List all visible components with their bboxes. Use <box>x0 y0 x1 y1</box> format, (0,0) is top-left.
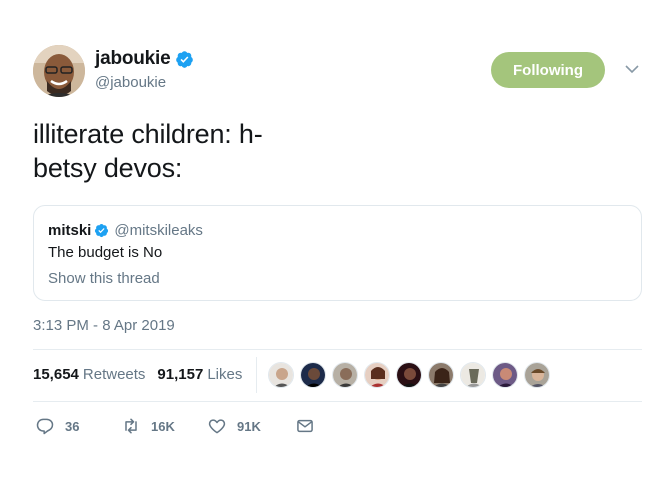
tweet-text: illiterate children: h- betsy devos: <box>33 119 263 183</box>
reply-button[interactable]: 36 <box>35 416 121 436</box>
retweets-label[interactable]: Retweets <box>83 366 146 383</box>
show-thread-link[interactable]: Show this thread <box>48 270 160 287</box>
liker-avatar[interactable] <box>428 362 454 388</box>
message-icon <box>297 419 313 433</box>
retweet-button[interactable]: 16K <box>121 416 207 436</box>
author-handle[interactable]: @jaboukie <box>95 74 166 91</box>
liker-avatar[interactable] <box>300 362 326 388</box>
verified-badge-icon <box>176 50 194 68</box>
author-name-row[interactable]: jaboukie <box>95 48 194 70</box>
like-icon <box>208 419 226 434</box>
following-button[interactable]: Following <box>491 52 605 88</box>
direct-message-button[interactable] <box>295 416 315 436</box>
liker-avatar[interactable] <box>364 362 390 388</box>
likes-count[interactable]: 91,157 <box>157 366 203 383</box>
reply-icon <box>36 418 54 435</box>
quoted-tweet-text: The budget is No <box>48 244 163 261</box>
tweet-stats: 15,654 Retweets 91,157 Likes <box>33 366 242 383</box>
author-display-name[interactable]: jaboukie <box>95 48 171 70</box>
verified-badge-icon <box>95 223 109 238</box>
tweet-actions: 36 16K 91K <box>35 416 315 436</box>
like-count: 91K <box>237 418 261 434</box>
retweets-count[interactable]: 15,654 <box>33 366 79 383</box>
liker-avatar[interactable] <box>268 362 294 388</box>
liker-avatar[interactable] <box>332 362 358 388</box>
liker-avatar[interactable] <box>460 362 486 388</box>
retweet-icon <box>125 418 137 434</box>
chevron-down-icon[interactable] <box>625 64 639 74</box>
quoted-handle: @mitskileaks <box>114 222 203 239</box>
quoted-tweet-header: mitski @mitskileaks <box>48 222 203 239</box>
divider <box>33 349 642 350</box>
liker-avatar[interactable] <box>524 362 550 388</box>
like-button[interactable]: 91K <box>207 416 295 436</box>
liker-avatar[interactable] <box>396 362 422 388</box>
quoted-tweet[interactable]: mitski @mitskileaks The budget is No Sho… <box>33 205 642 301</box>
stats-separator <box>256 357 257 393</box>
author-avatar[interactable] <box>33 45 85 97</box>
likes-label[interactable]: Likes <box>207 366 242 383</box>
reply-count: 36 <box>65 418 80 434</box>
divider <box>33 401 642 402</box>
quoted-display-name: mitski <box>48 222 92 239</box>
retweet-count: 16K <box>151 418 175 434</box>
tweet-timestamp[interactable]: 3:13 PM - 8 Apr 2019 <box>33 317 175 334</box>
liker-avatar[interactable] <box>492 362 518 388</box>
liker-avatars <box>268 362 556 388</box>
